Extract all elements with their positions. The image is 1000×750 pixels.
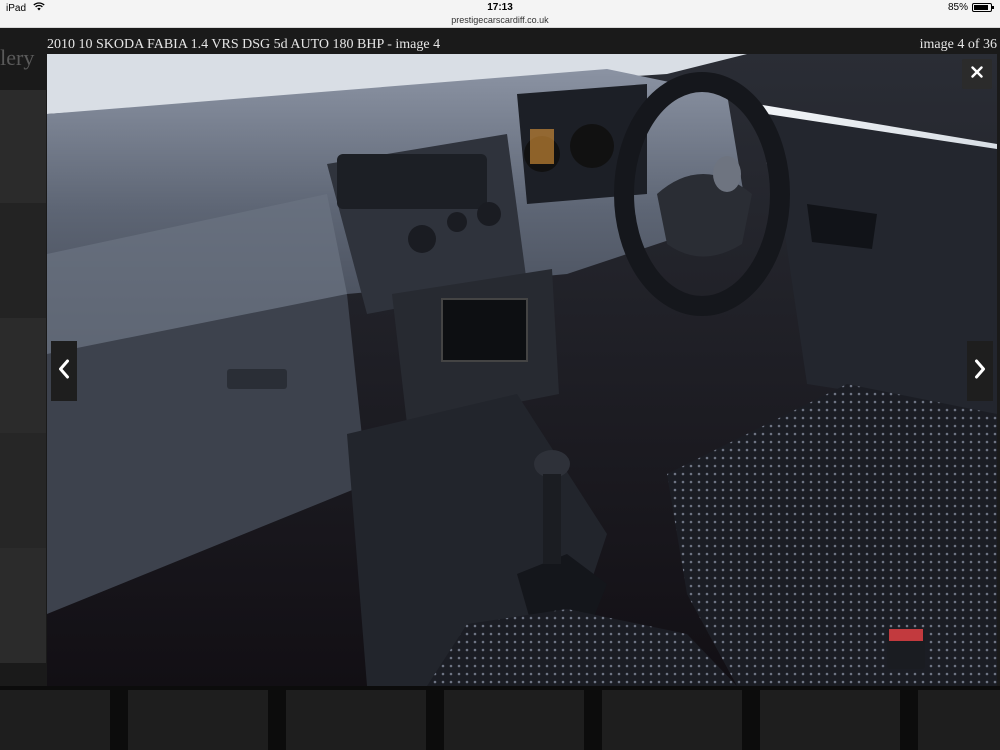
thumbnail[interactable]	[286, 690, 426, 750]
status-time: 17:13	[487, 2, 513, 13]
status-bar: iPad 17:13 prestigecarscardiff.co.uk 85%	[0, 0, 1000, 28]
close-button[interactable]	[962, 59, 992, 89]
thumbnail[interactable]	[0, 548, 46, 663]
gallery-title: llery	[0, 45, 35, 70]
thumbnail[interactable]	[0, 433, 46, 548]
thumbnail[interactable]	[602, 690, 742, 750]
battery-icon	[972, 3, 994, 12]
thumbnail[interactable]	[0, 90, 46, 210]
thumbnail[interactable]	[0, 318, 46, 436]
next-image-button[interactable]	[967, 341, 993, 401]
status-right: 85%	[947, 2, 994, 13]
gallery-image[interactable]	[47, 54, 997, 686]
thumbnail[interactable]	[444, 690, 584, 750]
previous-image-button[interactable]	[51, 341, 77, 401]
image-counter: image 4 of 36	[919, 37, 997, 52]
car-interior-photo	[47, 54, 997, 686]
close-icon	[971, 65, 983, 83]
address-url[interactable]: prestigecarscardiff.co.uk	[0, 15, 1000, 25]
thumbnail[interactable]	[918, 690, 1000, 750]
thumbnail[interactable]	[760, 690, 900, 750]
battery-percent: 85%	[947, 2, 968, 13]
battery-fill	[974, 5, 988, 10]
thumbnail[interactable]	[128, 690, 268, 750]
thumbnail[interactable]	[0, 203, 46, 318]
image-caption: 2010 10 SKODA FABIA 1.4 VRS DSG 5d AUTO …	[47, 37, 441, 52]
chevron-right-icon	[974, 359, 986, 384]
chevron-left-icon	[58, 359, 70, 384]
thumbnail[interactable]	[0, 690, 110, 750]
thumbnail-strip	[0, 686, 1000, 750]
